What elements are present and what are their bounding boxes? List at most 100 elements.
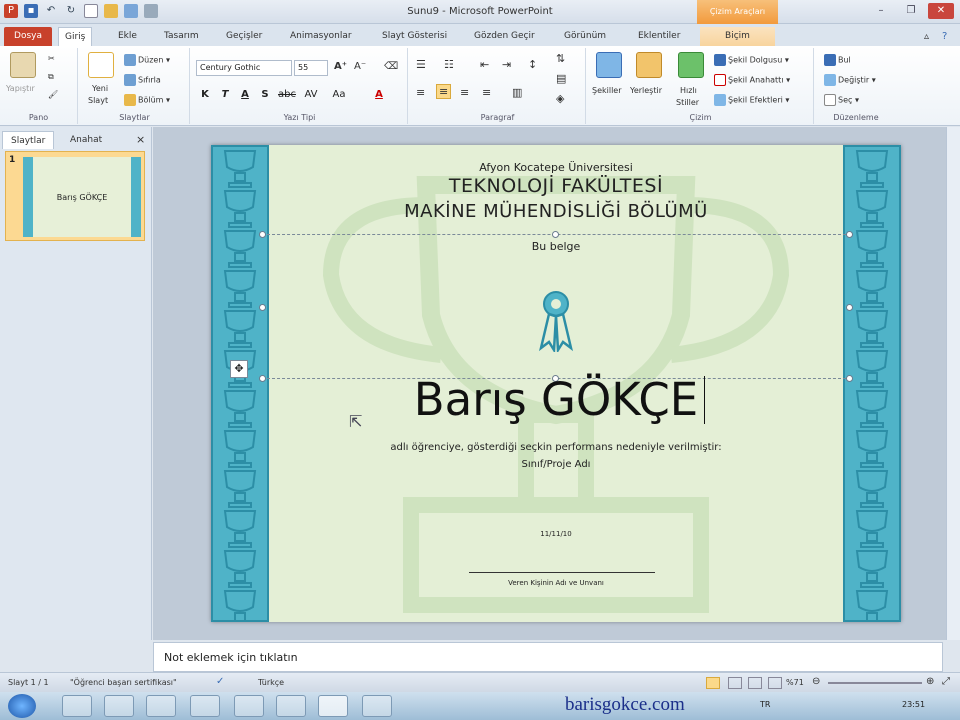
tab-view[interactable]: Görünüm [558,27,612,46]
start-button[interactable] [8,694,36,718]
tab-design[interactable]: Tasarım [158,27,205,46]
tab-addins[interactable]: Eklentiler [632,27,686,46]
italic-button[interactable]: T [218,88,232,102]
resize-handle[interactable] [259,231,266,238]
theme-name[interactable]: "Öğrenci başarı sertifikası" [70,678,177,687]
reading-view-icon[interactable] [748,677,762,689]
new-slide-label-2[interactable]: Slayt [88,96,108,105]
notes-pane[interactable]: Not eklemek için tıklatın [153,642,943,672]
close-button[interactable]: ✕ [928,3,954,19]
columns-icon[interactable]: ▥ [512,86,522,99]
new-slide-icon[interactable] [88,52,114,78]
section-button[interactable]: Bölüm ▾ [124,94,170,106]
resize-handle[interactable] [846,231,853,238]
close-pane-icon[interactable]: × [128,131,153,149]
minimize-button[interactable]: – [868,3,894,19]
align-text-icon[interactable]: ▤ [556,72,566,85]
find-button[interactable]: Bul [824,54,851,66]
taskbar-app-icon[interactable] [234,695,264,717]
bold-button[interactable]: K [198,88,212,102]
change-case-button[interactable]: Aa [332,88,346,102]
align-center-icon[interactable]: ≡ [436,84,452,99]
copy-icon[interactable]: ⧉ [48,72,54,82]
taskbar-media-icon[interactable] [104,695,134,717]
fit-to-window-icon[interactable]: ⤢ [942,676,950,687]
replace-button[interactable]: Değiştir ▾ [824,74,876,86]
vertical-scrollbar[interactable] [946,127,960,640]
slide-canvas[interactable]: Afyon Kocatepe Üniversitesi TEKNOLOJİ FA… [211,145,901,622]
align-left-icon[interactable]: ≡ [416,86,425,99]
help-icon[interactable]: ? [936,27,953,46]
cut-icon[interactable]: ✂ [48,54,55,63]
zoom-in-icon[interactable]: ⊕ [926,676,934,687]
justify-icon[interactable]: ≡ [482,86,491,99]
underline-button[interactable]: A [238,88,252,102]
shapes-button[interactable]: Şekiller [592,86,622,95]
tab-slides-pane[interactable]: Slaytlar [2,131,55,149]
maximize-button[interactable]: ❐ [898,3,924,19]
tab-outline-pane[interactable]: Anahat [62,131,110,149]
taskbar-powerpoint-icon[interactable] [318,695,348,717]
grow-font-icon[interactable]: A⁺ [334,61,347,72]
spellcheck-icon[interactable]: ✓ [216,676,224,687]
zoom-out-icon[interactable]: ⊖ [812,676,820,687]
shape-fill-button[interactable]: Şekil Dolgusu ▾ [714,54,789,66]
tab-file[interactable]: Dosya [4,27,52,46]
smartart-icon[interactable]: ◈ [556,92,564,105]
shape-outline-button[interactable]: Şekil Anahattı ▾ [714,74,790,86]
minimize-ribbon-icon[interactable]: ▵ [918,27,935,46]
font-name-combo[interactable]: Century Gothic [196,60,292,76]
reset-button[interactable]: Sıfırla [124,74,161,86]
shadow-button[interactable]: S [258,88,272,102]
new-slide-label-1[interactable]: Yeni [92,84,108,93]
paste-icon[interactable] [10,52,36,78]
tab-animations[interactable]: Animasyonlar [284,27,358,46]
resize-handle[interactable] [259,304,266,311]
taskbar-word-icon[interactable] [276,695,306,717]
tab-format[interactable]: Biçim [700,27,775,46]
quick-styles-label-2[interactable]: Stiller [676,98,699,107]
arrange-icon[interactable] [636,52,662,78]
numbering-icon[interactable]: ☷ [444,58,454,71]
increase-indent-icon[interactable]: ⇥ [502,58,511,71]
quick-styles-icon[interactable] [678,52,704,78]
tab-slide-show[interactable]: Slayt Gösterisi [376,27,453,46]
language-bar[interactable]: TR [760,700,770,709]
slideshow-view-icon[interactable] [768,677,782,689]
zoom-slider[interactable] [828,682,922,684]
shrink-font-icon[interactable]: A⁻ [354,61,366,72]
taskbar-ie-icon[interactable] [62,695,92,717]
tab-review[interactable]: Gözden Geçir [468,27,541,46]
slide-sorter-icon[interactable] [728,677,742,689]
tab-transitions[interactable]: Geçişler [220,27,268,46]
resize-handle[interactable] [552,231,559,238]
bullets-icon[interactable]: ☰ [416,58,426,71]
format-painter-icon[interactable]: 🖌 [48,90,58,99]
taskbar-app2-icon[interactable] [362,695,392,717]
slide-thumbnail[interactable]: Barış GÖKÇE [23,157,141,237]
zoom-level[interactable]: %71 [786,678,804,687]
recipient-name[interactable]: Barış GÖKÇE [211,373,901,426]
char-spacing-button[interactable]: AV [304,88,318,102]
quick-styles-label-1[interactable]: Hızlı [680,86,697,95]
strikethrough-button[interactable]: abc [278,88,296,102]
shapes-icon[interactable] [596,52,622,78]
tab-insert[interactable]: Ekle [112,27,143,46]
taskbar-firefox-icon[interactable] [190,695,220,717]
clear-formatting-icon[interactable]: ⌫ [384,61,398,72]
resize-handle[interactable] [846,304,853,311]
decrease-indent-icon[interactable]: ⇤ [480,58,489,71]
layout-button[interactable]: Düzen ▾ [124,54,170,66]
normal-view-icon[interactable] [706,677,720,689]
slide-thumbnail-selected[interactable]: 1 Barış GÖKÇE [5,151,145,241]
font-size-combo[interactable]: 55 [294,60,328,76]
line-spacing-icon[interactable]: ↕ [528,58,537,71]
tab-home[interactable]: Giriş [58,27,93,46]
select-button[interactable]: Seç ▾ [824,94,859,106]
font-color-button[interactable]: A [372,88,386,102]
taskbar-explorer-icon[interactable] [146,695,176,717]
arrange-button[interactable]: Yerleştir [630,86,662,95]
paste-button[interactable]: Yapıştır [6,84,35,93]
align-right-icon[interactable]: ≡ [460,86,469,99]
language-indicator[interactable]: Türkçe [258,678,284,687]
